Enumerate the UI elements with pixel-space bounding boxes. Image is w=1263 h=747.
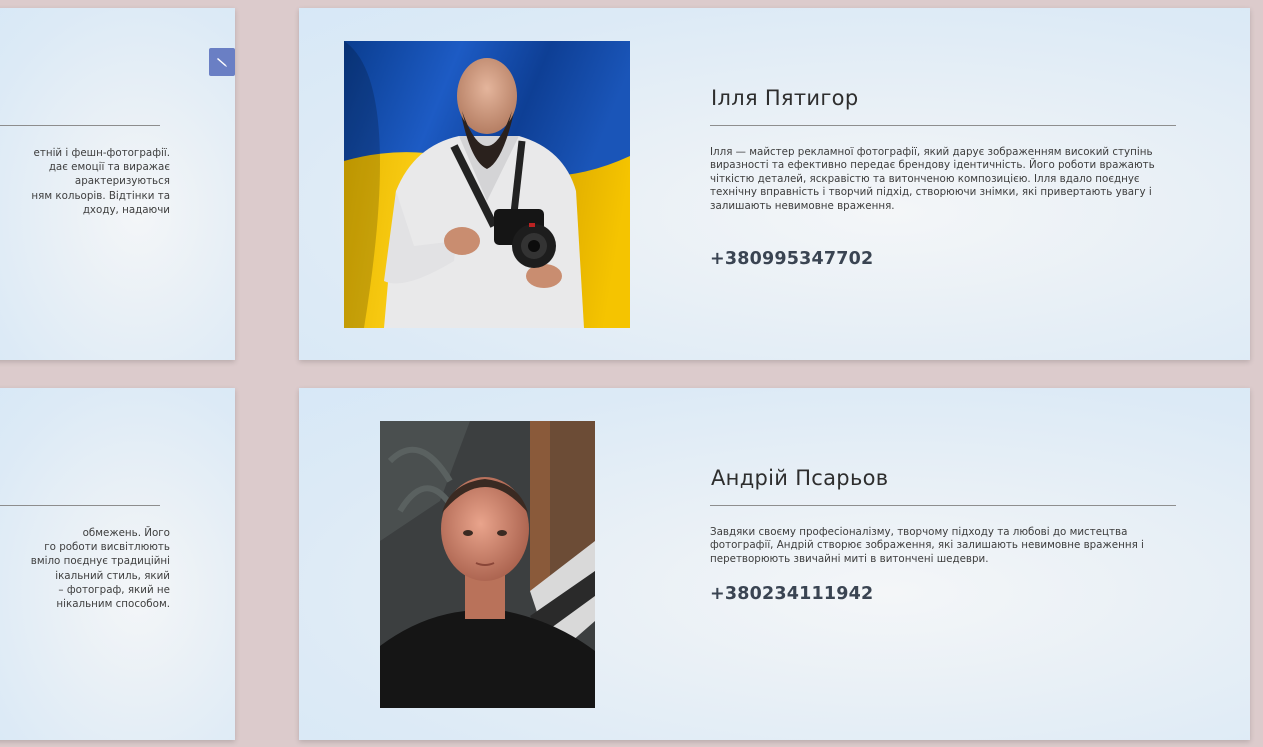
pencil-icon (217, 58, 227, 67)
bio-line: ікальний стиль, який (55, 569, 170, 582)
phone-link[interactable]: +380995347702 (710, 249, 873, 269)
card-divider (710, 125, 1176, 126)
bio-line: го роботи висвітлюють (44, 541, 170, 554)
bio-line: ням кольорів. Відтінки та (31, 189, 170, 202)
bio-line: – фотограф, який не (58, 583, 170, 596)
partial-bio-text: обмежень. Його го роботи висвітлюють вмі… (0, 526, 170, 611)
photographer-photo (380, 421, 595, 708)
bio-line: нікальним способом. (56, 598, 170, 611)
photographer-card: Андрій Псарьов Завдяки своєму професіона… (299, 388, 1250, 740)
card-divider (0, 125, 160, 126)
bio-line: арактеризуються (74, 175, 170, 188)
bio-line: вміло поєднує традиційні (30, 555, 170, 568)
photographer-card: Ілля Пятигор Ілля — майстер рекламної фо… (299, 8, 1250, 360)
photographer-name: Андрій Псарьов (711, 466, 889, 490)
edit-button[interactable] (209, 48, 235, 76)
photographer-name: Ілля Пятигор (711, 86, 859, 110)
phone-link[interactable]: +380234111942 (710, 584, 873, 604)
photographer-bio: Завдяки своєму професіоналізму, творчому… (710, 526, 1144, 565)
partial-bio-text: етній і фешн-фотографії. дає емоції та в… (0, 146, 170, 217)
photographer-bio: Ілля — майстер рекламної фотографії, яки… (710, 146, 1155, 212)
partial-photographer-card-1: етній і фешн-фотографії. дає емоції та в… (0, 8, 235, 360)
bio-line: дходу, надаючи (82, 203, 170, 216)
bio-line: обмежень. Його (82, 527, 170, 539)
partial-photographer-card-2: обмежень. Його го роботи висвітлюють вмі… (0, 388, 235, 740)
card-divider (0, 505, 160, 506)
photographer-photo (344, 41, 630, 328)
bio-line: етній і фешн-фотографії. (33, 147, 171, 159)
card-divider (710, 505, 1176, 506)
bio-line: дає емоції та виражає (48, 161, 170, 174)
